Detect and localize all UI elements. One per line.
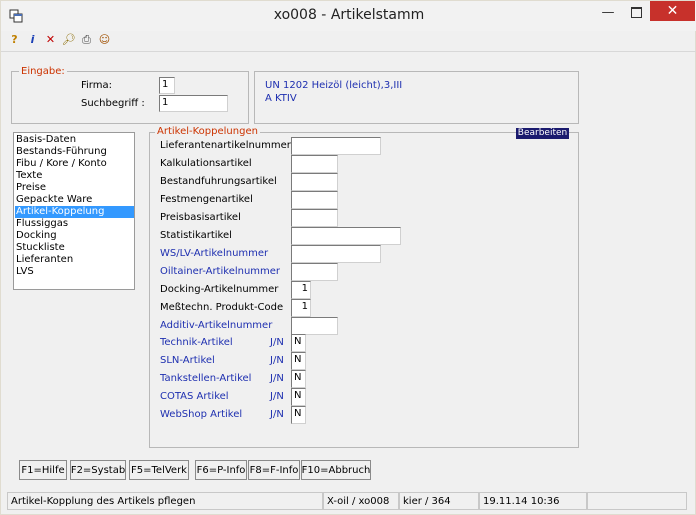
flag-label: COTAS Artikel (160, 391, 229, 402)
nav-item[interactable]: Gepackte Ware (15, 194, 134, 206)
flag-label: Tankstellen-Artikel (160, 373, 252, 384)
flag-hint: J/N (270, 355, 284, 366)
fkey-button[interactable]: F10=Abbruch (301, 460, 371, 480)
delete-icon[interactable]: ✕ (43, 32, 58, 47)
suchbegriff-input[interactable]: 1 (159, 95, 228, 112)
field-label: Bestandfuhrungsartikel (160, 176, 277, 187)
field-input[interactable] (291, 173, 338, 191)
field-input[interactable]: 1 (291, 299, 311, 317)
mode-badge: Bearbeiten (516, 128, 569, 139)
nav-item[interactable]: Basis-Daten (15, 134, 134, 146)
fkey-button[interactable]: F5=TelVerk (129, 460, 189, 480)
fkey-button[interactable]: F8=F-Info (248, 460, 300, 480)
flag-input[interactable]: N (291, 352, 306, 370)
application-window: xo008 - Artikelstamm — ✕ ? i ✕ 🔎︎ ⎙ ☺ Ei… (0, 0, 696, 515)
flag-hint: J/N (270, 373, 284, 384)
field-input[interactable]: 1 (291, 281, 311, 299)
koppelung-legend: Artikel-Koppelungen (155, 126, 260, 137)
help-icon[interactable]: ? (7, 32, 22, 47)
nav-item[interactable]: Flussiggas (15, 218, 134, 230)
status-system: X-oil / xo008 (323, 492, 399, 510)
field-label: Preisbasisartikel (160, 212, 241, 223)
field-input[interactable] (291, 263, 338, 281)
toolbar-divider (1, 51, 696, 52)
field-input[interactable] (291, 209, 338, 227)
field-label: Lieferantenartikelnummer (160, 140, 291, 151)
fkey-button[interactable]: F2=Systab (70, 460, 126, 480)
status-message: Artikel-Kopplung des Artikels pflegen (7, 492, 323, 510)
nav-item[interactable]: Fibu / Kore / Konto (15, 158, 134, 170)
flag-hint: J/N (270, 409, 284, 420)
toolbar: ? i ✕ 🔎︎ ⎙ ☺ (7, 32, 112, 50)
search-icon[interactable]: 🔎︎ (61, 32, 76, 47)
nav-item[interactable]: Bestands-Führung (15, 146, 134, 158)
user-icon[interactable]: ☺ (97, 32, 112, 47)
article-info-line2: A KTIV (265, 93, 297, 104)
suchbegriff-label: Suchbegriff : (81, 98, 145, 109)
nav-item[interactable]: Preise (15, 182, 134, 194)
field-input[interactable] (291, 155, 338, 173)
fkey-button[interactable]: F1=Hilfe (19, 460, 67, 480)
flag-input[interactable]: N (291, 334, 306, 352)
field-label: Kalkulationsartikel (160, 158, 252, 169)
field-label: Additiv-Artikelnummer (160, 320, 273, 331)
print-icon[interactable]: ⎙ (79, 32, 94, 47)
maximize-button[interactable] (622, 1, 650, 23)
minimize-button[interactable]: — (594, 1, 622, 23)
flag-label: SLN-Artikel (160, 355, 215, 366)
nav-item[interactable]: Texte (15, 170, 134, 182)
flag-input[interactable]: N (291, 388, 306, 406)
flag-hint: J/N (270, 391, 284, 402)
field-input[interactable] (291, 191, 338, 209)
field-label: Oiltainer-Artikelnummer (160, 266, 281, 277)
minimize-icon: — (601, 4, 615, 20)
status-empty (587, 492, 687, 510)
nav-item[interactable]: Docking (15, 230, 134, 242)
field-input[interactable] (291, 245, 381, 263)
article-info-panel (254, 71, 579, 124)
firma-input[interactable]: 1 (159, 77, 175, 94)
info-icon[interactable]: i (25, 32, 40, 47)
field-label: Docking-Artikelnummer (160, 284, 279, 295)
nav-item[interactable]: LVS (15, 266, 134, 278)
flag-label: WebShop Artikel (160, 409, 243, 420)
field-input[interactable] (291, 317, 338, 335)
status-datetime: 19.11.14 10:36 (479, 492, 587, 510)
close-button[interactable]: ✕ (650, 1, 695, 21)
maximize-icon (630, 6, 642, 18)
field-input[interactable] (291, 137, 381, 155)
flag-hint: J/N (270, 337, 284, 348)
flag-input[interactable]: N (291, 406, 306, 424)
section-nav-list: Basis-Daten Bestands-Führung Fibu / Kore /… (13, 132, 135, 290)
field-input[interactable] (291, 227, 401, 245)
field-label: Festmengenartikel (160, 194, 253, 205)
nav-item[interactable]: Artikel-Koppelung (15, 206, 134, 218)
title-bar[interactable]: xo008 - Artikelstamm — ✕ (1, 1, 696, 31)
fkey-button[interactable]: F6=P-Info (195, 460, 247, 480)
status-user: kier / 364 (399, 492, 479, 510)
field-label: Statistikartikel (160, 230, 232, 241)
eingabe-legend: Eingabe: (19, 66, 67, 77)
article-info-line1: UN 1202 Heizöl (leicht),3,III (265, 80, 403, 91)
nav-item[interactable]: Lieferanten (15, 254, 134, 266)
close-icon: ✕ (666, 3, 679, 19)
flag-input[interactable]: N (291, 370, 306, 388)
nav-item[interactable]: Stuckliste (15, 242, 134, 254)
field-label: WS/LV-Artikelnummer (160, 248, 269, 259)
window-title: xo008 - Artikelstamm (273, 7, 425, 23)
field-label: Meßtechn. Produkt-Code (160, 302, 284, 313)
firma-label: Firma: (81, 80, 112, 91)
flag-label: Technik-Artikel (160, 337, 233, 348)
